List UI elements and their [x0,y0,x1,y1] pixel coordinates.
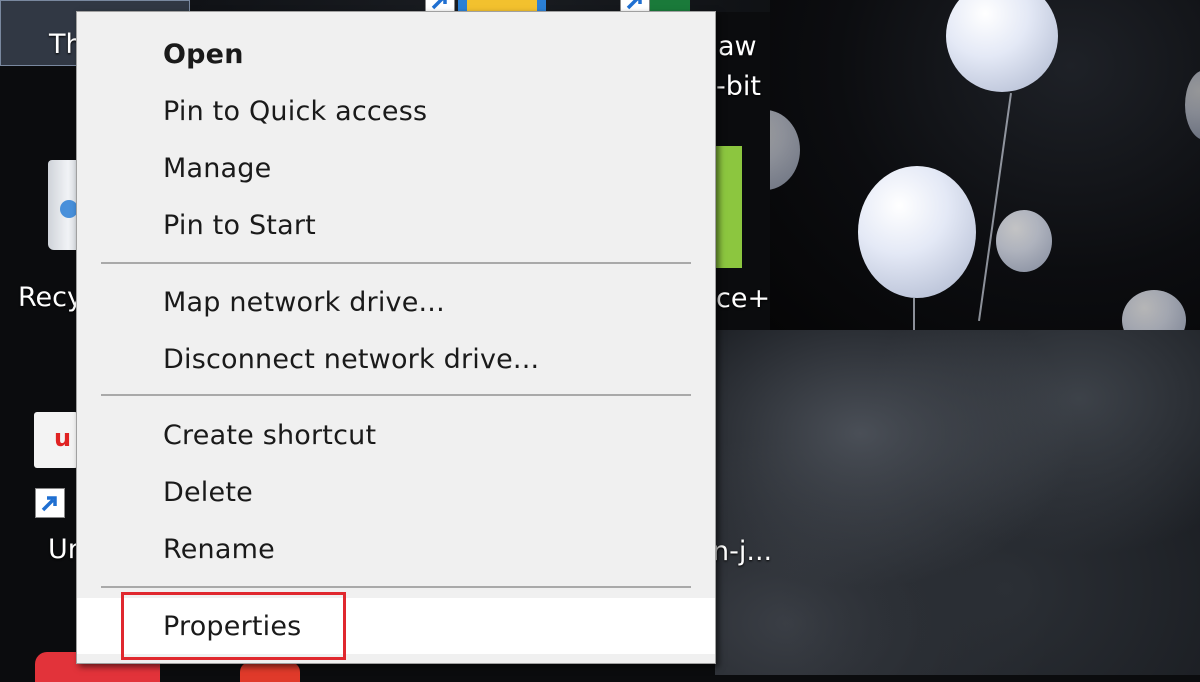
uninstaller-app-icon[interactable]: u [34,412,78,468]
menu-item-create-shortcut[interactable]: Create shortcut [77,407,715,463]
balloon [770,110,800,190]
menu-item-pin-to-quick-access[interactable]: Pin to Quick access [77,83,715,139]
balloon [1122,290,1186,330]
balloon [946,0,1058,92]
balloon [1185,70,1200,140]
balloon-string [913,298,915,330]
context-menu: Open Pin to Quick access Manage Pin to S… [76,11,716,664]
menu-item-pin-to-start[interactable]: Pin to Start [77,197,715,253]
menu-item-properties[interactable]: Properties [77,598,715,654]
menu-item-label: Disconnect network drive... [163,343,540,375]
shortcut-arrow-icon [35,488,65,518]
menu-item-map-network-drive[interactable]: Map network drive... [77,274,715,330]
menu-item-label: Pin to Quick access [163,95,428,127]
desktop-icon-label: Ur [48,534,79,565]
desktop-icon-label: Recy [18,282,83,313]
desktop-icon-label: aw [718,31,757,62]
menu-item-label: Manage [163,152,272,184]
menu-separator [101,586,691,588]
menu-item-delete[interactable]: Delete [77,464,715,520]
menu-item-open[interactable]: Open [77,26,715,82]
menu-item-label: Delete [163,476,253,508]
menu-item-label: Pin to Start [163,209,316,241]
menu-item-label: Rename [163,533,275,565]
menu-item-rename[interactable]: Rename [77,521,715,577]
balloon-string [978,92,1012,322]
desktop-icon-label: n-j... [712,536,773,567]
balloon [858,166,976,298]
desktop-icon-label: ce+ [716,283,771,314]
menu-item-label: Properties [163,610,302,642]
menu-item-label: Create shortcut [163,419,377,451]
desktop-app-icon-red[interactable] [240,662,300,682]
balloon [996,210,1052,272]
menu-item-label: Map network drive... [163,286,445,318]
wallpaper-clouds [715,330,1200,675]
menu-item-disconnect-network-drive[interactable]: Disconnect network drive... [77,331,715,387]
wallpaper-balloons [770,0,1200,330]
menu-separator [101,262,691,264]
menu-separator [101,394,691,396]
menu-item-label: Open [163,38,244,70]
desktop-app-icon-green[interactable] [712,146,742,268]
menu-item-manage[interactable]: Manage [77,140,715,196]
desktop-icon-label: -bit [716,71,761,102]
